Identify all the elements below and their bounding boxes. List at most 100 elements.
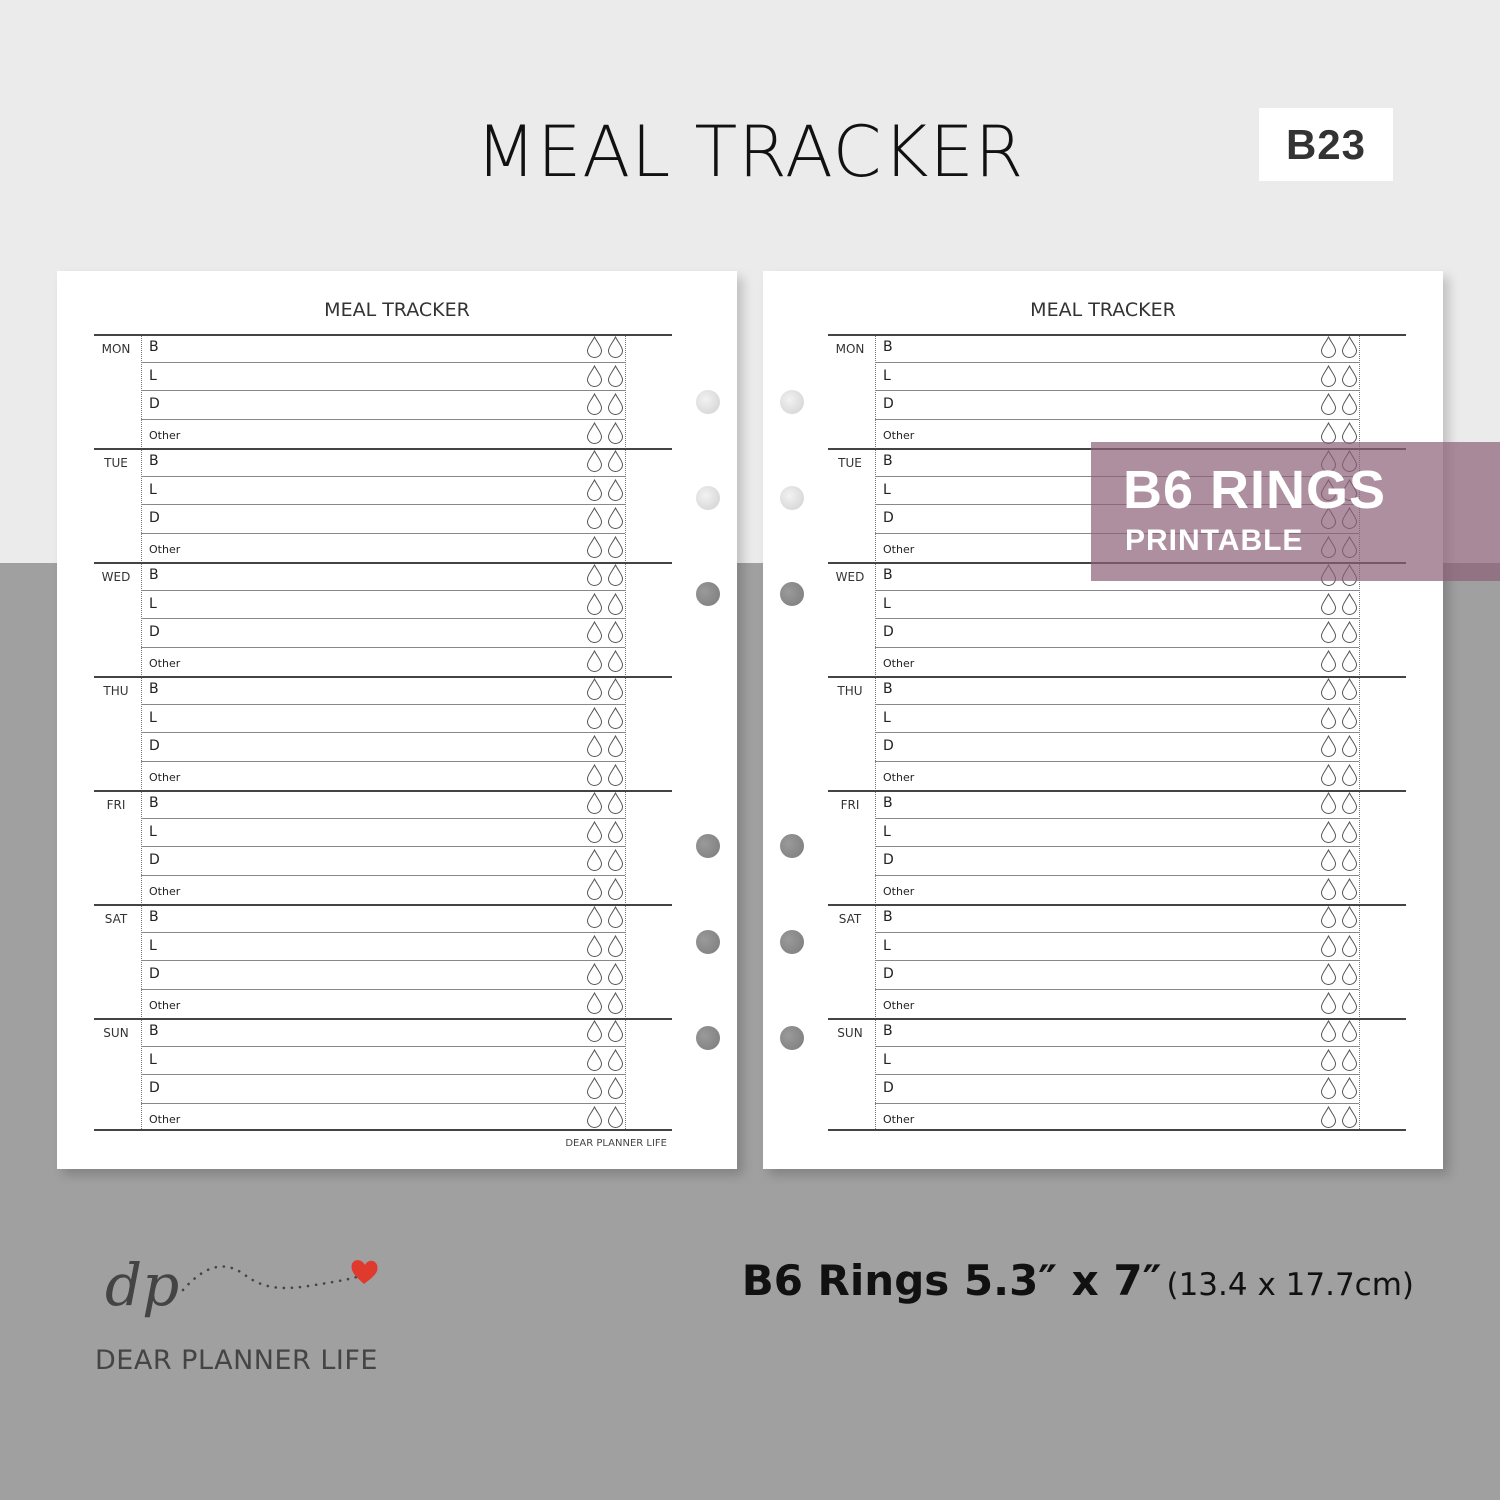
water-drop-icon[interactable] <box>1341 820 1358 847</box>
meal-row-other[interactable]: Other <box>141 1104 625 1133</box>
water-drop-icon[interactable] <box>586 564 603 590</box>
water-drop-icon[interactable] <box>1320 706 1337 733</box>
meal-row-other[interactable]: Other <box>141 762 625 791</box>
meal-row-l[interactable]: L <box>875 363 1359 391</box>
water-drop-icon[interactable] <box>1320 792 1337 818</box>
meal-row-other[interactable]: Other <box>875 1104 1359 1133</box>
water-drop-icon[interactable] <box>1320 336 1337 362</box>
meal-row-other[interactable]: Other <box>875 876 1359 905</box>
water-drop-icon[interactable] <box>586 649 603 676</box>
water-drop-icon[interactable] <box>607 1105 624 1132</box>
meal-row-l[interactable]: L <box>875 1047 1359 1075</box>
water-drop-icon[interactable] <box>607 678 624 704</box>
water-drop-icon[interactable] <box>586 991 603 1018</box>
meal-row-d[interactable]: D <box>141 733 625 762</box>
water-drop-icon[interactable] <box>586 478 603 505</box>
water-drop-icon[interactable] <box>586 1020 603 1046</box>
water-drop-icon[interactable] <box>1320 592 1337 619</box>
meal-row-d[interactable]: D <box>875 847 1359 876</box>
water-drop-icon[interactable] <box>586 877 603 904</box>
water-drop-icon[interactable] <box>586 763 603 790</box>
water-drop-icon[interactable] <box>1320 849 1337 875</box>
meal-row-d[interactable]: D <box>875 391 1359 420</box>
water-drop-icon[interactable] <box>586 792 603 818</box>
water-drop-icon[interactable] <box>1320 393 1337 419</box>
meal-row-d[interactable]: D <box>875 961 1359 990</box>
water-drop-icon[interactable] <box>1341 1048 1358 1075</box>
water-drop-icon[interactable] <box>607 507 624 533</box>
meal-row-other[interactable]: Other <box>875 990 1359 1019</box>
water-drop-icon[interactable] <box>607 735 624 761</box>
water-drop-icon[interactable] <box>1320 1077 1337 1103</box>
water-drop-icon[interactable] <box>607 592 624 619</box>
water-drop-icon[interactable] <box>1341 877 1358 904</box>
meal-row-d[interactable]: D <box>141 847 625 876</box>
water-drop-icon[interactable] <box>586 678 603 704</box>
water-drop-icon[interactable] <box>1341 336 1358 362</box>
water-drop-icon[interactable] <box>586 336 603 362</box>
water-drop-icon[interactable] <box>607 820 624 847</box>
water-drop-icon[interactable] <box>1341 849 1358 875</box>
meal-row-d[interactable]: D <box>141 1075 625 1104</box>
water-drop-icon[interactable] <box>586 621 603 647</box>
water-drop-icon[interactable] <box>1320 934 1337 961</box>
water-drop-icon[interactable] <box>586 450 603 476</box>
water-drop-icon[interactable] <box>1341 963 1358 989</box>
meal-row-d[interactable]: D <box>141 961 625 990</box>
water-drop-icon[interactable] <box>607 906 624 932</box>
water-drop-icon[interactable] <box>1341 393 1358 419</box>
meal-row-other[interactable]: Other <box>875 762 1359 791</box>
water-drop-icon[interactable] <box>586 1105 603 1132</box>
water-drop-icon[interactable] <box>607 1077 624 1103</box>
water-drop-icon[interactable] <box>1341 649 1358 676</box>
water-drop-icon[interactable] <box>586 735 603 761</box>
meal-row-b[interactable]: B <box>141 1018 625 1047</box>
water-drop-icon[interactable] <box>586 507 603 533</box>
water-drop-icon[interactable] <box>607 564 624 590</box>
water-drop-icon[interactable] <box>586 592 603 619</box>
water-drop-icon[interactable] <box>607 849 624 875</box>
water-drop-icon[interactable] <box>607 934 624 961</box>
meal-row-b[interactable]: B <box>875 676 1359 705</box>
water-drop-icon[interactable] <box>1341 592 1358 619</box>
meal-row-b[interactable]: B <box>141 334 625 363</box>
meal-row-l[interactable]: L <box>875 933 1359 961</box>
meal-row-b[interactable]: B <box>875 790 1359 819</box>
meal-row-other[interactable]: Other <box>875 648 1359 677</box>
water-drop-icon[interactable] <box>607 621 624 647</box>
meal-row-b[interactable]: B <box>141 904 625 933</box>
water-drop-icon[interactable] <box>586 421 603 448</box>
meal-row-d[interactable]: D <box>875 619 1359 648</box>
meal-row-b[interactable]: B <box>875 904 1359 933</box>
meal-row-other[interactable]: Other <box>141 648 625 677</box>
water-drop-icon[interactable] <box>1320 1105 1337 1132</box>
meal-row-l[interactable]: L <box>875 705 1359 733</box>
water-drop-icon[interactable] <box>607 478 624 505</box>
meal-row-b[interactable]: B <box>141 790 625 819</box>
meal-row-l[interactable]: L <box>141 591 625 619</box>
meal-row-d[interactable]: D <box>141 619 625 648</box>
water-drop-icon[interactable] <box>586 820 603 847</box>
water-drop-icon[interactable] <box>607 649 624 676</box>
meal-row-other[interactable]: Other <box>141 420 625 449</box>
water-drop-icon[interactable] <box>1320 991 1337 1018</box>
water-drop-icon[interactable] <box>1341 735 1358 761</box>
water-drop-icon[interactable] <box>1341 906 1358 932</box>
meal-row-other[interactable]: Other <box>141 534 625 563</box>
water-drop-icon[interactable] <box>607 450 624 476</box>
meal-row-l[interactable]: L <box>875 819 1359 847</box>
water-drop-icon[interactable] <box>607 393 624 419</box>
meal-row-l[interactable]: L <box>141 933 625 961</box>
water-drop-icon[interactable] <box>1320 820 1337 847</box>
water-drop-icon[interactable] <box>586 849 603 875</box>
water-drop-icon[interactable] <box>1341 621 1358 647</box>
water-drop-icon[interactable] <box>607 1048 624 1075</box>
water-drop-icon[interactable] <box>586 393 603 419</box>
meal-row-b[interactable]: B <box>141 562 625 591</box>
water-drop-icon[interactable] <box>586 535 603 562</box>
water-drop-icon[interactable] <box>1320 963 1337 989</box>
water-drop-icon[interactable] <box>607 535 624 562</box>
water-drop-icon[interactable] <box>1341 1077 1358 1103</box>
water-drop-icon[interactable] <box>1320 906 1337 932</box>
meal-row-l[interactable]: L <box>141 819 625 847</box>
